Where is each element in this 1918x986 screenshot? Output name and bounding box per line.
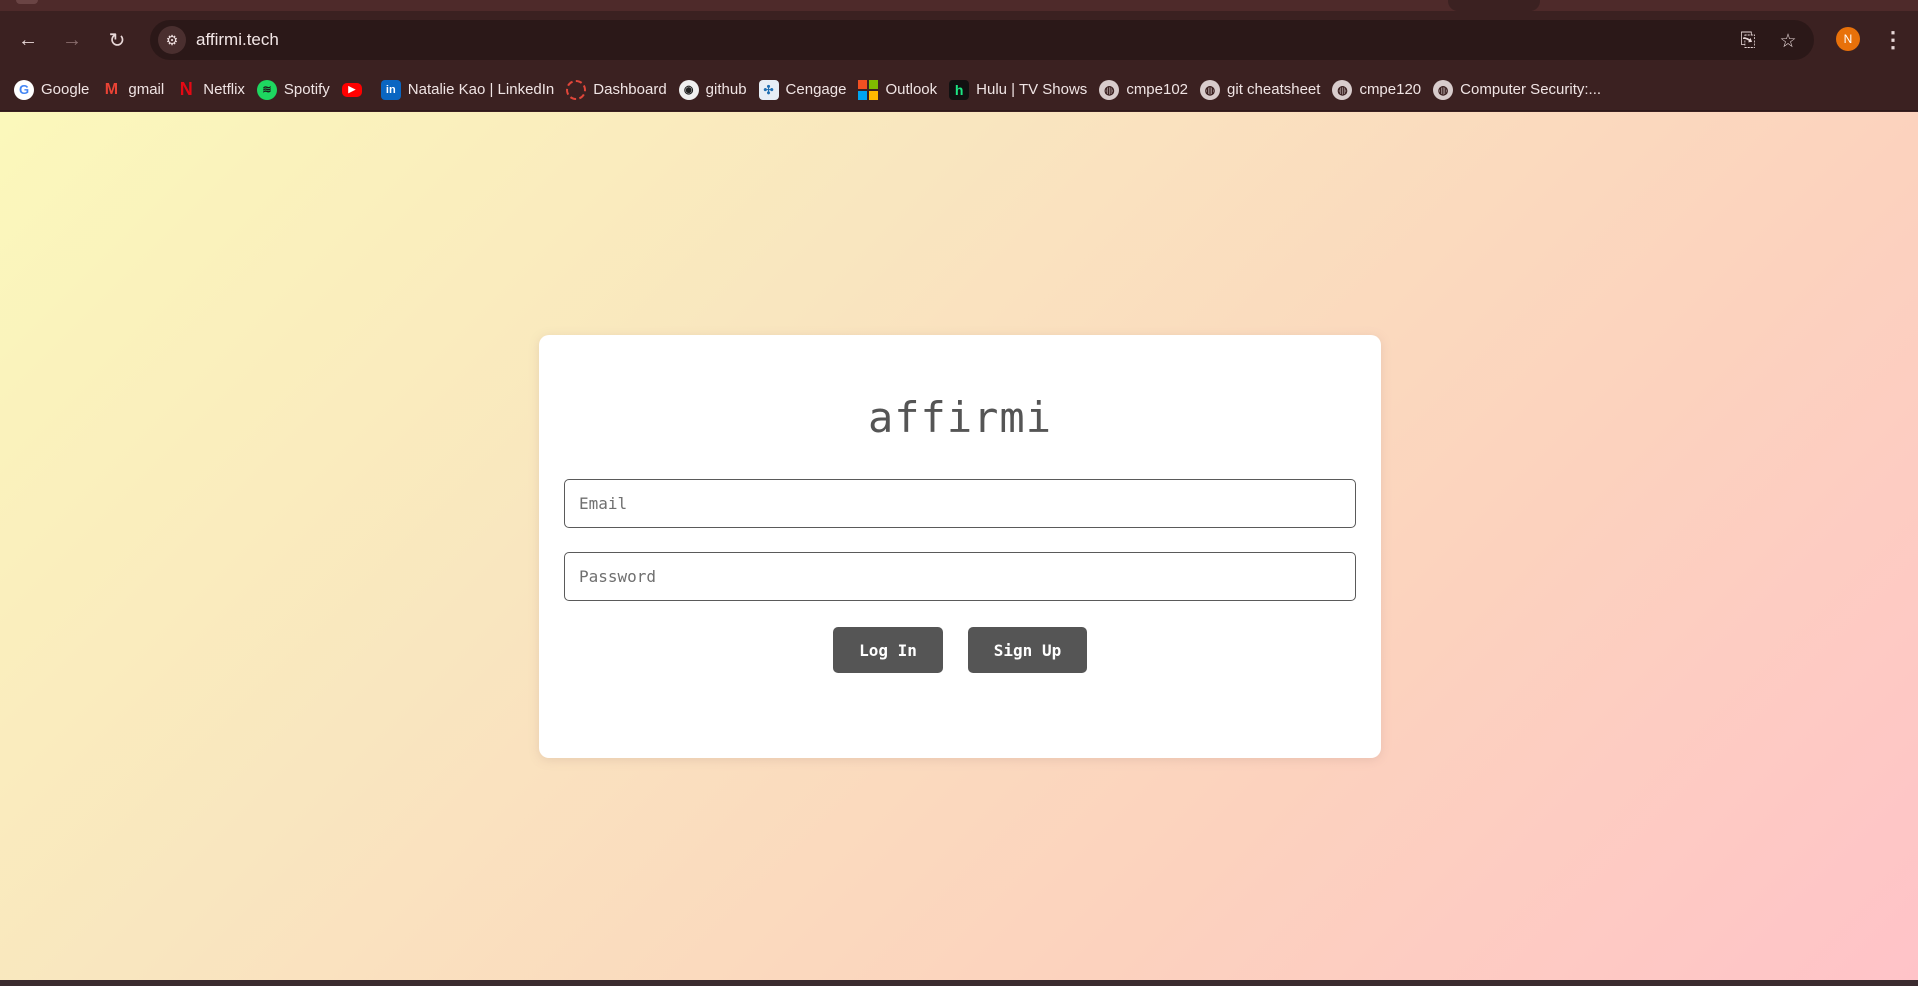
arrow-left-icon: ← bbox=[18, 28, 38, 51]
tab-strip bbox=[0, 0, 1918, 11]
bookmark-linkedin[interactable]: in Natalie Kao | LinkedIn bbox=[379, 75, 565, 105]
bookmark-github[interactable]: ◉ github bbox=[677, 75, 757, 105]
netflix-icon: N bbox=[179, 79, 193, 99]
bookmark-dashboard[interactable]: Dashboard bbox=[564, 75, 676, 105]
window-bottom-edge bbox=[0, 980, 1918, 986]
email-input[interactable] bbox=[564, 479, 1356, 528]
reload-button[interactable]: ↻ bbox=[102, 25, 132, 55]
bookmark-label: git cheatsheet bbox=[1227, 81, 1321, 98]
globe-icon: ◍ bbox=[1332, 79, 1353, 100]
cengage-icon: ✣ bbox=[758, 79, 779, 100]
bookmarks-bar: G Google M gmail N Netflix ≋ Spotify ▶ i… bbox=[0, 69, 1918, 111]
outlook-icon bbox=[858, 79, 879, 100]
bookmark-label: cmpe102 bbox=[1126, 81, 1189, 98]
browser-toolbar: ← → ↻ ⚙ affirmi.tech ⎘ ☆ N ⋮ bbox=[0, 11, 1918, 69]
bookmark-cengage[interactable]: ✣ Cengage bbox=[757, 75, 857, 105]
arrow-right-icon: → bbox=[62, 28, 82, 51]
profile-avatar[interactable]: N bbox=[1836, 27, 1860, 51]
tab-active[interactable] bbox=[1448, 0, 1540, 11]
globe-icon: ◍ bbox=[1200, 79, 1221, 100]
bookmark-label: Computer Security:... bbox=[1460, 81, 1602, 98]
password-input[interactable] bbox=[564, 552, 1356, 601]
dashboard-icon bbox=[566, 79, 587, 100]
bookmark-label: Spotify bbox=[283, 81, 330, 98]
youtube-icon: ▶ bbox=[341, 82, 362, 97]
site-settings-icon[interactable]: ⚙ bbox=[158, 26, 186, 54]
reload-icon: ↻ bbox=[108, 29, 126, 52]
bookmark-google[interactable]: G Google bbox=[12, 75, 99, 105]
spotify-icon: ≋ bbox=[256, 79, 277, 100]
linkedin-icon: in bbox=[380, 79, 401, 100]
bookmark-label: Dashboard bbox=[593, 81, 667, 98]
bookmark-youtube[interactable]: ▶ bbox=[340, 75, 379, 105]
bookmark-label: gmail bbox=[128, 81, 165, 98]
gmail-icon: M bbox=[104, 80, 119, 98]
back-button[interactable]: ← bbox=[13, 25, 43, 55]
login-card: affirmi Log In Sign Up bbox=[539, 335, 1381, 758]
tab-previous[interactable] bbox=[16, 0, 38, 4]
bookmark-label: github bbox=[705, 81, 747, 98]
bookmark-git-cheatsheet[interactable]: ◍ git cheatsheet bbox=[1198, 75, 1330, 105]
install-app-icon[interactable]: ⎘ bbox=[1736, 29, 1760, 53]
bookmark-label: Google bbox=[41, 81, 90, 98]
bookmark-star-icon[interactable]: ☆ bbox=[1776, 29, 1800, 53]
globe-icon: ◍ bbox=[1099, 79, 1120, 100]
bookmark-label: Natalie Kao | LinkedIn bbox=[407, 81, 555, 98]
kebab-menu-icon[interactable]: ⋮ bbox=[1882, 25, 1904, 55]
github-icon: ◉ bbox=[678, 79, 699, 100]
forward-button[interactable]: → bbox=[57, 25, 87, 55]
bookmark-label: cmpe120 bbox=[1359, 81, 1422, 98]
hulu-icon: h bbox=[949, 79, 970, 100]
bookmark-computer-security[interactable]: ◍ Computer Security:... bbox=[1431, 75, 1611, 105]
bookmark-label: Hulu | TV Shows bbox=[976, 81, 1088, 98]
bookmark-cmpe120[interactable]: ◍ cmpe120 bbox=[1330, 75, 1431, 105]
url-text[interactable]: affirmi.tech bbox=[196, 30, 279, 50]
bookmark-spotify[interactable]: ≋ Spotify bbox=[255, 75, 340, 105]
address-bar[interactable]: ⚙ affirmi.tech ⎘ ☆ bbox=[150, 20, 1814, 60]
bookmark-netflix[interactable]: N Netflix bbox=[174, 75, 255, 105]
signup-button[interactable]: Sign Up bbox=[968, 627, 1087, 673]
bookmark-outlook[interactable]: Outlook bbox=[856, 75, 947, 105]
login-button[interactable]: Log In bbox=[833, 627, 943, 673]
globe-icon: ◍ bbox=[1433, 79, 1454, 100]
bookmark-label: Outlook bbox=[885, 81, 938, 98]
page-background: affirmi Log In Sign Up bbox=[0, 112, 1918, 980]
bookmark-cmpe102[interactable]: ◍ cmpe102 bbox=[1097, 75, 1198, 105]
google-icon: G bbox=[14, 79, 34, 100]
bookmark-hulu[interactable]: h Hulu | TV Shows bbox=[947, 75, 1097, 105]
bookmark-label: Netflix bbox=[203, 81, 245, 98]
app-logo: affirmi bbox=[867, 393, 1052, 442]
bookmark-gmail[interactable]: M gmail bbox=[99, 75, 174, 105]
bookmark-label: Cengage bbox=[785, 81, 847, 98]
